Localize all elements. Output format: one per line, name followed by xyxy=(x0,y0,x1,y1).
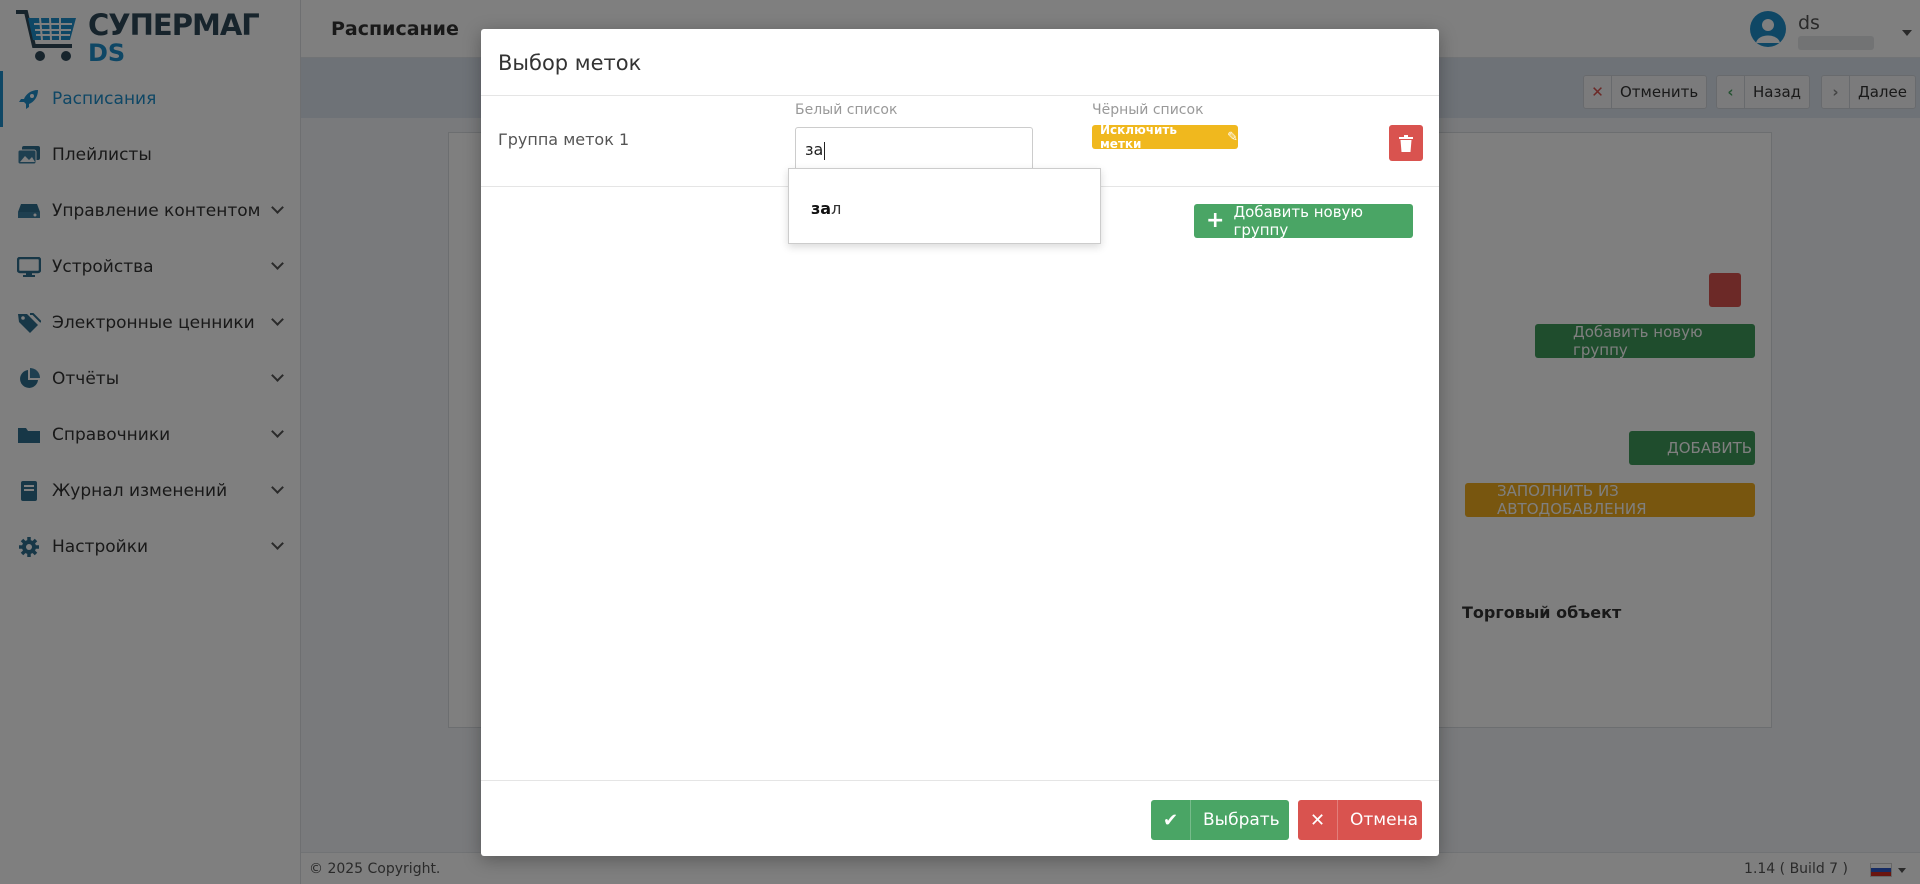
modal-cancel-button[interactable]: ✕ Отмена xyxy=(1298,800,1422,840)
modal-header: Выбор меток xyxy=(481,29,1439,96)
select-button-label: Выбрать xyxy=(1203,810,1280,830)
autocomplete-option[interactable]: зал xyxy=(789,199,1100,223)
suggestion-match: за xyxy=(811,199,832,218)
trash-icon xyxy=(1399,134,1413,152)
close-icon: ✕ xyxy=(1298,800,1338,840)
blacklist-label: Чёрный список xyxy=(1092,102,1204,118)
autocomplete-dropdown: зал xyxy=(788,168,1101,244)
text-cursor xyxy=(824,141,826,160)
add-group-label: Добавить новую группу xyxy=(1233,203,1364,239)
plus-icon: + xyxy=(1206,208,1225,233)
select-button[interactable]: ✔ Выбрать xyxy=(1151,800,1289,840)
add-group-button[interactable]: + Добавить новую группу xyxy=(1194,203,1413,239)
exclude-tags-button[interactable]: Исключить метки ✎ xyxy=(1092,123,1238,151)
check-icon: ✔ xyxy=(1151,800,1191,840)
whitelist-label: Белый список xyxy=(795,102,898,118)
group-label: Группа меток 1 xyxy=(498,130,630,149)
pencil-icon: ✎ xyxy=(1227,129,1238,145)
whitelist-input-value: за xyxy=(805,140,824,159)
whitelist-input[interactable]: за xyxy=(795,127,1033,171)
modal-footer: ✔ Выбрать ✕ Отмена xyxy=(481,780,1439,856)
modal-title: Выбор меток xyxy=(498,51,642,75)
suggestion-rest: л xyxy=(831,199,842,218)
modal-cancel-label: Отмена xyxy=(1350,810,1419,830)
tags-modal: Выбор меток Группа меток 1 Белый список … xyxy=(481,29,1439,856)
exclude-tags-label: Исключить метки xyxy=(1100,123,1177,151)
delete-group-button[interactable] xyxy=(1389,125,1423,161)
